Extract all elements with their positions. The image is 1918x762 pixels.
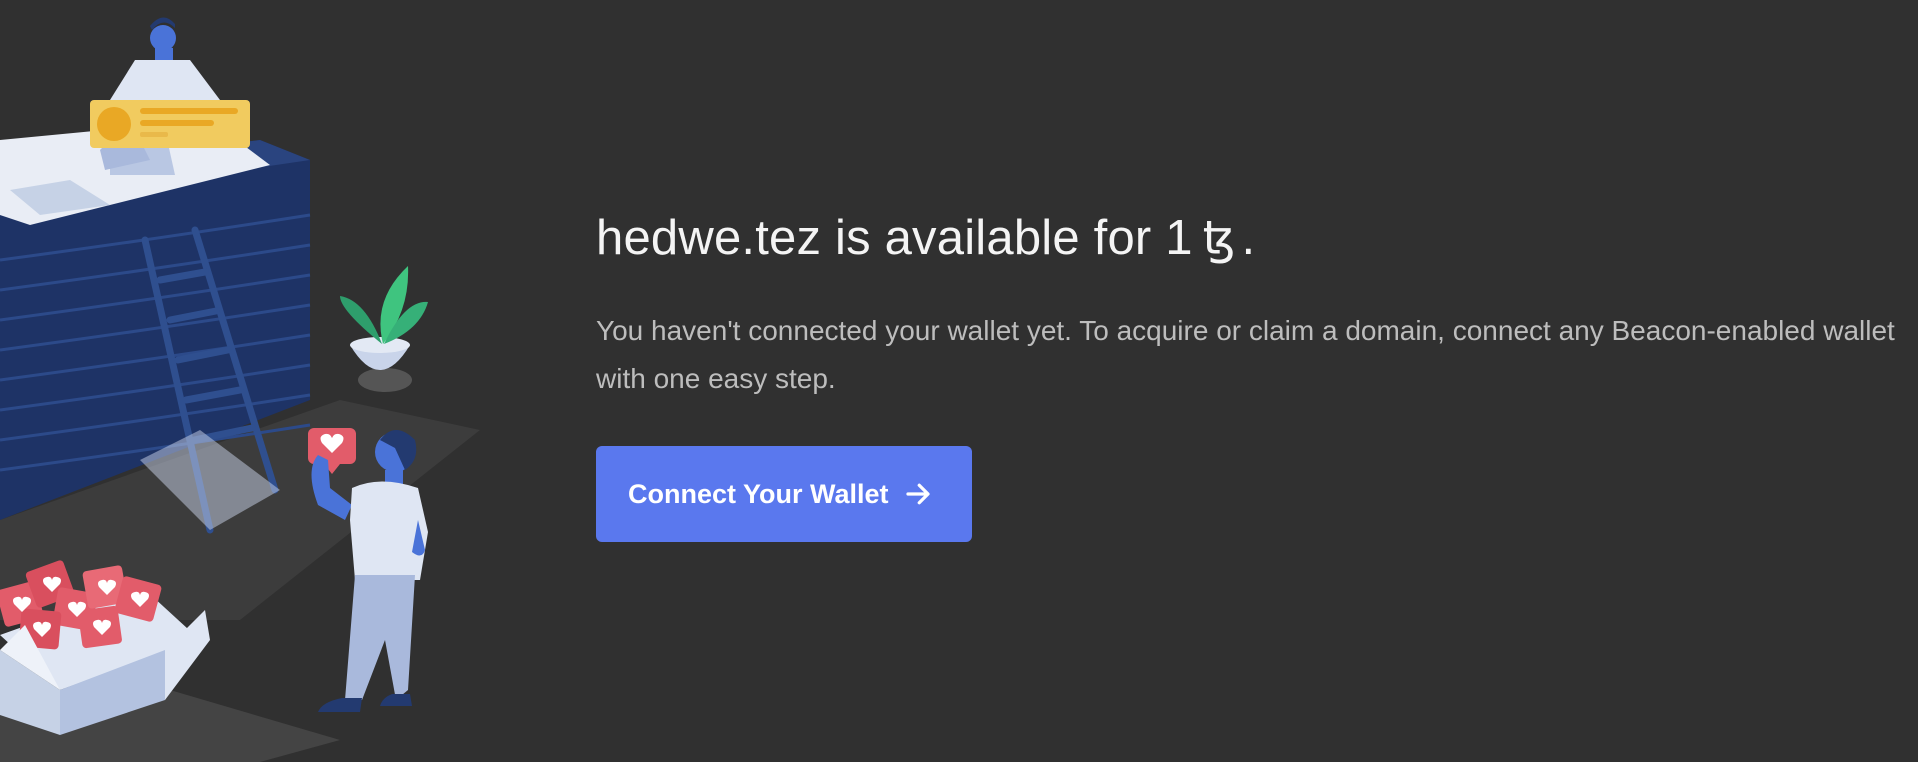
wallet-notice-text: You haven't connected your wallet yet. T… — [596, 315, 1895, 394]
domain-content: hedwe.tez is available for 1ꜩ. You haven… — [596, 205, 1896, 542]
availability-text: is available for — [835, 211, 1152, 265]
plant-pot — [340, 266, 428, 392]
availability-headline: hedwe.tez is available for 1ꜩ. — [596, 205, 1896, 271]
connect-wallet-button[interactable]: Connect Your Wallet — [596, 446, 972, 542]
domain-name: hedwe.tez — [596, 211, 822, 265]
tezos-icon: ꜩ — [1202, 211, 1236, 265]
headline-period: . — [1241, 211, 1256, 265]
arrow-right-icon — [905, 483, 930, 505]
price-value: 1 — [1165, 211, 1193, 265]
connect-wallet-label: Connect Your Wallet — [628, 478, 889, 509]
page: hedwe.tez is available for 1ꜩ. You haven… — [0, 0, 1918, 762]
illustration — [0, 17, 480, 762]
